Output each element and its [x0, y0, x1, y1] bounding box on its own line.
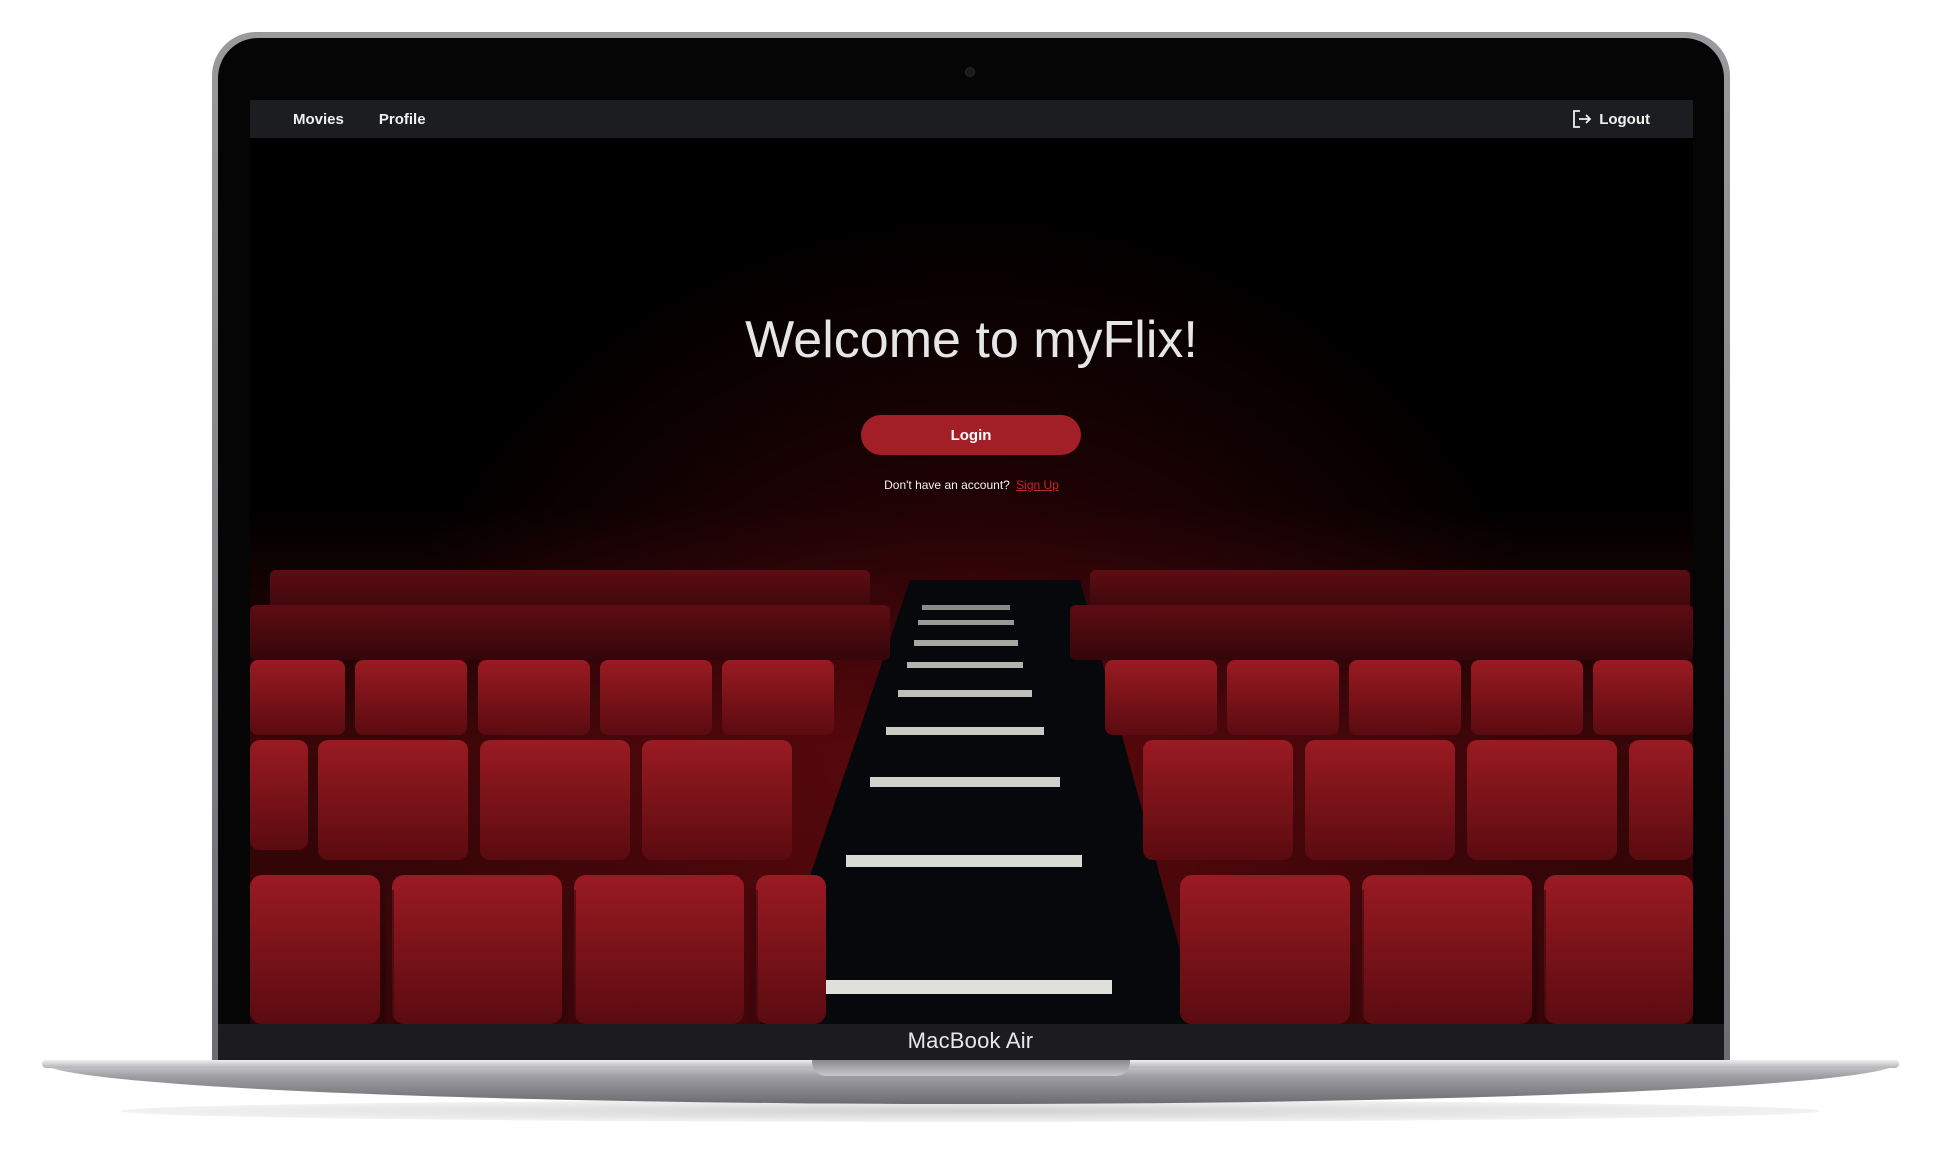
logout-label: Logout — [1599, 110, 1650, 128]
logout-button[interactable]: Logout — [1571, 100, 1650, 138]
signup-link[interactable]: Sign Up — [1016, 478, 1059, 492]
logout-icon — [1573, 110, 1592, 128]
camera-icon — [965, 67, 975, 77]
signup-prompt: Don't have an account? — [884, 478, 1010, 492]
device-model-label: MacBook Air — [907, 1028, 1034, 1053]
laptop-notch — [812, 1060, 1130, 1076]
laptop-mockup: Movies Profile Logout Welcome to myFlix!… — [0, 0, 1941, 1151]
nav-link-profile[interactable]: Profile — [379, 111, 426, 128]
login-button[interactable]: Login — [861, 415, 1081, 455]
navbar: Movies Profile Logout — [250, 100, 1693, 138]
signup-row: Don't have an account? Sign Up — [250, 478, 1693, 492]
cinema-seats-image — [250, 570, 1693, 1024]
nav-link-movies[interactable]: Movies — [293, 111, 344, 128]
page-title: Welcome to myFlix! — [745, 311, 1198, 369]
app-screen: Movies Profile Logout Welcome to myFlix!… — [250, 100, 1693, 1024]
